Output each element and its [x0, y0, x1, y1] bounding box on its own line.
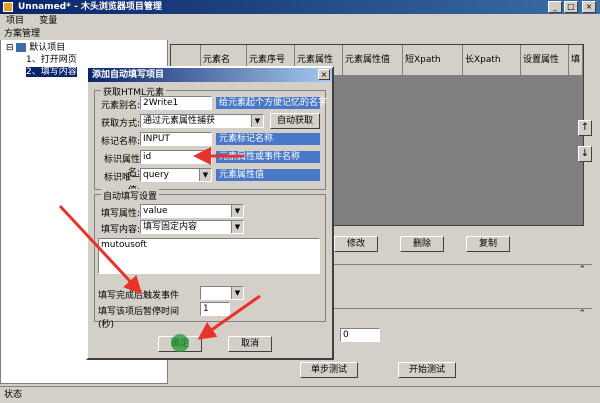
tree-item-fill-content[interactable]: 2、填写内容 — [6, 66, 77, 78]
menu-item-project[interactable]: 项目 — [0, 14, 30, 28]
tag-label: 标记名称: — [100, 137, 140, 147]
column-header[interactable]: 填 — [569, 45, 583, 75]
fill-content-label: 填写内容: — [100, 225, 140, 235]
menu-bar: 项目 变量 — [0, 14, 600, 28]
menu-item-variable[interactable]: 变量 — [33, 14, 63, 28]
close-button[interactable]: × — [582, 1, 596, 13]
project-icon — [16, 43, 27, 52]
title-bar: Unnamed* - 木头浏览器项目管理 — [0, 0, 600, 14]
collapse-icon[interactable]: ⌃ — [578, 309, 586, 319]
cancel-button[interactable]: 取消 — [228, 336, 272, 352]
tag-input[interactable]: INPUT — [140, 132, 212, 146]
number-input[interactable]: 0 — [340, 328, 380, 342]
chevron-down-icon: ▼ — [251, 115, 263, 127]
tree-item-open-page[interactable]: 1、打开网页 — [6, 54, 77, 66]
attr-input[interactable]: id — [140, 150, 212, 164]
column-header[interactable]: 长Xpath — [463, 45, 521, 75]
add-fill-item-dialog: 添加自动填写项目 × 获取HTML元素 元素别名: 2Write1 给元素起个方… — [86, 66, 334, 360]
app-icon — [3, 2, 13, 12]
pause-stepper[interactable]: 1 — [200, 302, 230, 316]
start-test-button[interactable]: 开始测试 — [398, 362, 456, 378]
fill-content-select[interactable]: 填写固定内容 ▼ — [140, 220, 244, 234]
attr-hint: 元素属性或事件名称 — [216, 151, 320, 163]
project-tree: ⊟ 默认项目 1、打开网页 2、填写内容 — [6, 42, 77, 78]
auto-get-button[interactable]: 自动获取 — [270, 113, 320, 129]
method-label: 获取方式: — [100, 119, 140, 129]
fill-attr-select[interactable]: value ▼ — [140, 204, 244, 218]
tag-hint: 元素标记名称 — [216, 133, 320, 145]
chevron-down-icon: ▼ — [231, 287, 243, 299]
collapsible-section: ⌃ — [334, 308, 592, 320]
modify-button[interactable]: 修改 — [334, 236, 378, 252]
tree-item-root[interactable]: ⊟ 默认项目 — [6, 42, 77, 54]
unique-hint: 元素属性值 — [216, 169, 320, 181]
column-header[interactable]: 元素属性值 — [343, 45, 403, 75]
chevron-down-icon: ▼ — [231, 205, 243, 217]
pause-label: 填写该项后暂停时间(秒) — [98, 307, 180, 330]
alias-hint: 给元素起个方便记忆的名字 — [216, 97, 327, 109]
dialog-title: 添加自动填写项目 — [88, 68, 332, 82]
chevron-down-icon: ▼ — [199, 169, 211, 181]
column-header[interactable]: 设置属性 — [521, 45, 569, 75]
delete-button[interactable]: 删除 — [400, 236, 444, 252]
event-select[interactable]: ▼ — [200, 286, 244, 300]
copy-button[interactable]: 复制 — [466, 236, 510, 252]
ok-button[interactable]: 确定 — [158, 336, 202, 352]
alias-input[interactable]: 2Write1 — [140, 96, 212, 110]
panel-header: 方案管理 — [0, 28, 168, 40]
single-step-test-button[interactable]: 单步测试 — [300, 362, 358, 378]
collapsible-section: ⌃ — [334, 264, 592, 276]
method-select[interactable]: 通过元素属性捕获 ▼ — [140, 114, 264, 128]
fill-attr-label: 填写属性: — [100, 209, 140, 219]
dialog-close-button[interactable]: × — [318, 69, 330, 80]
collapse-icon[interactable]: ⌃ — [578, 265, 586, 275]
minimize-button[interactable]: _ — [548, 1, 562, 13]
move-down-button[interactable]: ↓ — [578, 146, 592, 162]
status-bar: 状态 — [0, 386, 600, 402]
event-label: 填写完成后触发事件 — [98, 291, 180, 301]
fill-content-textarea[interactable]: mutousoft — [98, 238, 320, 274]
unique-select[interactable]: query ▼ — [140, 168, 212, 182]
alias-label: 元素别名: — [100, 101, 140, 111]
move-up-button[interactable]: ↑ — [578, 120, 592, 136]
group-legend: 自动填写设置 — [101, 189, 160, 202]
window-title: Unnamed* - 木头浏览器项目管理 — [18, 2, 162, 12]
chevron-down-icon: ▼ — [231, 221, 243, 233]
column-header[interactable]: 短Xpath — [403, 45, 463, 75]
maximize-button[interactable]: □ — [564, 1, 578, 13]
